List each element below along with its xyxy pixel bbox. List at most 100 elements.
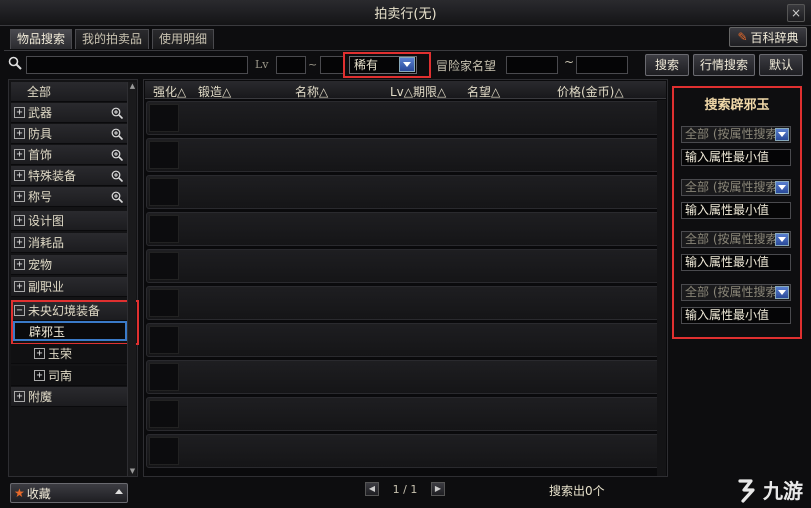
- expand-icon[interactable]: +: [14, 170, 25, 181]
- sidebar-item-jewelry[interactable]: + 首饰: [11, 145, 127, 165]
- search-icon: [8, 56, 22, 70]
- fame-max-input[interactable]: [576, 56, 628, 74]
- sidebar-item-label: 武器: [28, 106, 53, 120]
- item-slot: [149, 289, 179, 317]
- prev-page-icon[interactable]: ◀: [365, 482, 379, 496]
- expand-icon[interactable]: +: [14, 391, 25, 402]
- col-enhance[interactable]: 强化△: [153, 83, 186, 100]
- sidebar-item-blueprint[interactable]: + 设计图: [11, 211, 127, 231]
- fame-min-input[interactable]: [506, 56, 558, 74]
- col-price[interactable]: 价格(金币)△: [557, 83, 624, 100]
- results-table: 强化△ 锻造△ 名称△ Lv△期限△ 名望△ 价格(金币)△: [143, 79, 668, 477]
- lv-max-input[interactable]: [320, 56, 344, 74]
- expand-icon[interactable]: +: [14, 128, 25, 139]
- table-row[interactable]: [146, 212, 665, 246]
- property-filter-panel: 搜索辟邪玉 全部 (按属性搜索) 输入属性最小值 全部 (按属性搜索) 输入属性…: [672, 86, 802, 339]
- chevron-down-icon[interactable]: [775, 128, 789, 141]
- expand-icon[interactable]: +: [14, 237, 25, 248]
- chevron-down-icon[interactable]: [399, 57, 415, 72]
- sidebar-item-label: 消耗品: [28, 236, 65, 250]
- fame-separator: ~: [564, 55, 575, 69]
- expand-icon[interactable]: +: [14, 107, 25, 118]
- favorites-button[interactable]: ★ 收藏: [10, 483, 128, 503]
- property-min-input-4[interactable]: 输入属性最小值: [681, 307, 791, 324]
- property-select-4[interactable]: 全部 (按属性搜索): [681, 284, 791, 301]
- tab-bar: 物品搜索 我的拍卖品 使用明细: [10, 29, 215, 49]
- sidebar-item-title[interactable]: + 称号: [11, 187, 127, 207]
- col-fame[interactable]: 名望△: [467, 83, 500, 100]
- sidebar-item-all[interactable]: 全部: [11, 82, 127, 102]
- table-row[interactable]: [146, 101, 665, 135]
- market-search-button[interactable]: 行情搜索: [693, 54, 755, 76]
- sidebar-item-enchant[interactable]: + 附魔: [11, 387, 127, 407]
- pen-icon: ✎: [737, 30, 748, 44]
- col-name[interactable]: 名称△: [295, 83, 328, 100]
- sidebar-item-label: 玉荣: [48, 347, 73, 361]
- expand-icon[interactable]: +: [34, 370, 45, 381]
- property-min-input-2[interactable]: 输入属性最小值: [681, 202, 791, 219]
- sidebar-scrollbar[interactable]: ▲ ▼: [127, 82, 136, 476]
- sidebar-item-pets[interactable]: + 宠物: [11, 255, 127, 275]
- category-sidebar: 全部 + 武器 + 防具 + 首饰 + 特殊装备 + 称号 + 设计图 + 消耗…: [8, 79, 139, 477]
- sidebar-item-sinan[interactable]: + 司南: [11, 366, 127, 386]
- expand-icon[interactable]: +: [34, 348, 45, 359]
- next-page-icon[interactable]: ▶: [430, 482, 445, 496]
- sidebar-item-armor[interactable]: + 防具: [11, 124, 127, 144]
- expand-icon[interactable]: +: [14, 259, 25, 270]
- search-button[interactable]: 搜索: [645, 54, 689, 76]
- scroll-up-icon[interactable]: ▲: [128, 82, 137, 91]
- table-row[interactable]: [146, 175, 665, 209]
- category-highlight: [11, 300, 139, 345]
- sidebar-item-label: 防具: [28, 127, 53, 141]
- sidebar-item-special-equipment[interactable]: + 特殊装备: [11, 166, 127, 186]
- scroll-down-icon[interactable]: ▼: [128, 467, 137, 476]
- zoom-in-icon[interactable]: [111, 128, 123, 140]
- sidebar-item-yurong[interactable]: + 玉荣: [11, 344, 127, 364]
- table-row[interactable]: [146, 397, 665, 431]
- sidebar-item-weapon[interactable]: + 武器: [11, 103, 127, 123]
- tab-my-auctions[interactable]: 我的拍卖品: [75, 29, 150, 49]
- property-select-1[interactable]: 全部 (按属性搜索): [681, 126, 791, 143]
- table-row[interactable]: [146, 138, 665, 172]
- sidebar-item-label: 副职业: [28, 280, 65, 294]
- item-slot: [149, 252, 179, 280]
- expand-icon[interactable]: +: [14, 191, 25, 202]
- zoom-in-icon[interactable]: [111, 107, 123, 119]
- chevron-down-icon[interactable]: [775, 181, 789, 194]
- table-row[interactable]: [146, 286, 665, 320]
- property-select-2[interactable]: 全部 (按属性搜索): [681, 179, 791, 196]
- lv-min-input[interactable]: [276, 56, 306, 74]
- default-button[interactable]: 默认: [759, 54, 803, 76]
- col-level-duration[interactable]: Lv△期限△: [390, 83, 446, 100]
- sidebar-item-label: 宠物: [28, 258, 53, 272]
- table-row[interactable]: [146, 249, 665, 283]
- item-slot: [149, 141, 179, 169]
- property-select-3[interactable]: 全部 (按属性搜索): [681, 231, 791, 248]
- tab-item-search[interactable]: 物品搜索: [10, 29, 73, 49]
- property-min-input-3[interactable]: 输入属性最小值: [681, 254, 791, 271]
- close-button[interactable]: ×: [787, 4, 805, 22]
- results-scrollbar[interactable]: [657, 100, 666, 476]
- encyclopedia-label: 百科辞典: [750, 30, 799, 45]
- zoom-in-icon[interactable]: [111, 149, 123, 161]
- zoom-in-icon[interactable]: [111, 170, 123, 182]
- lv-separator: ~: [308, 58, 318, 71]
- table-row[interactable]: [146, 323, 665, 357]
- sidebar-item-label: 特殊装备: [28, 169, 77, 183]
- chevron-down-icon[interactable]: [775, 233, 789, 246]
- search-input[interactable]: [26, 56, 248, 74]
- sidebar-item-subclass[interactable]: + 副职业: [11, 277, 127, 297]
- chevron-down-icon[interactable]: [775, 286, 789, 299]
- encyclopedia-button[interactable]: ✎ 百科辞典: [729, 27, 807, 47]
- tab-usage-details[interactable]: 使用明细: [152, 29, 215, 49]
- table-row[interactable]: [146, 434, 665, 468]
- zoom-in-icon[interactable]: [111, 191, 123, 203]
- col-forge[interactable]: 锻造△: [198, 83, 231, 100]
- expand-icon[interactable]: +: [14, 215, 25, 226]
- property-min-input-1[interactable]: 输入属性最小值: [681, 149, 791, 166]
- sidebar-item-consumables[interactable]: + 消耗品: [11, 233, 127, 253]
- page-indicator: 1 / 1: [392, 482, 418, 496]
- expand-icon[interactable]: +: [14, 281, 25, 292]
- table-row[interactable]: [146, 360, 665, 394]
- expand-icon[interactable]: +: [14, 149, 25, 160]
